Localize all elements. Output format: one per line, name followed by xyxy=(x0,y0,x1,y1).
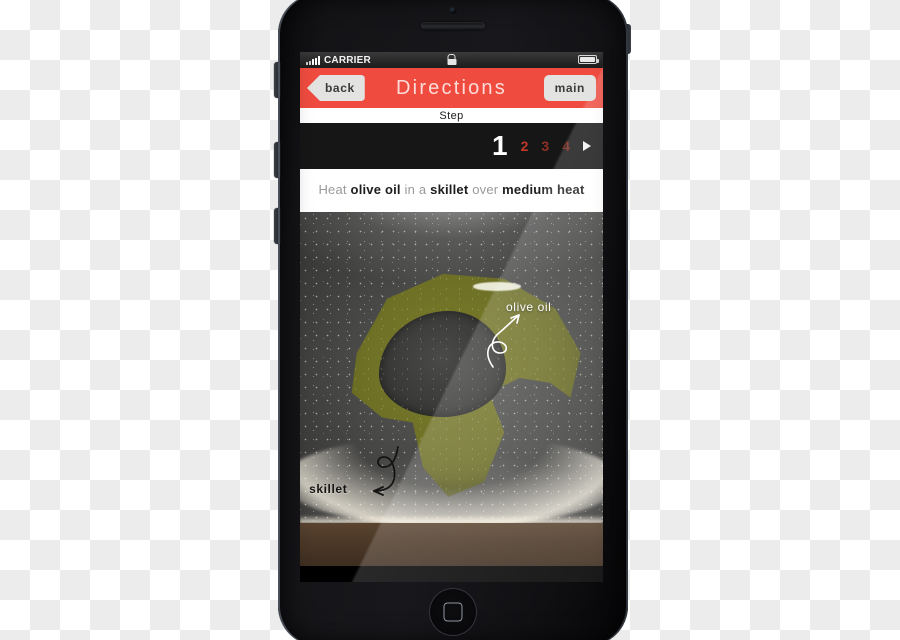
phone-device: CARRIER back Directions main Step 1 2 3 … xyxy=(274,0,631,640)
step-label-strip: Step xyxy=(300,108,603,123)
skillet-rim-highlight xyxy=(300,434,603,527)
volume-down-button-icon[interactable] xyxy=(274,208,281,244)
back-button[interactable]: back xyxy=(307,75,365,101)
instruction-bold-olive-oil: olive oil xyxy=(350,182,401,197)
instruction-text: Heat olive oil in a skillet over medium … xyxy=(314,181,589,199)
step-label: Step xyxy=(439,109,464,122)
earpiece-speaker-icon xyxy=(421,22,485,30)
main-button-label: main xyxy=(554,81,585,95)
instruction-part-2: in a xyxy=(400,182,431,197)
step-item-2[interactable]: 2 xyxy=(521,139,529,153)
phone-screen: CARRIER back Directions main Step 1 2 3 … xyxy=(300,52,603,582)
carrier-label: CARRIER xyxy=(324,54,371,66)
lock-icon xyxy=(447,54,456,65)
countertop-band xyxy=(300,523,603,566)
volume-up-button-icon[interactable] xyxy=(274,142,281,178)
navigation-bar: back Directions main xyxy=(300,68,603,108)
instruction-bold-skillet: skillet xyxy=(430,182,469,197)
back-button-label: back xyxy=(325,81,355,95)
instruction-part-1: Heat xyxy=(318,182,351,197)
power-button-icon[interactable] xyxy=(626,24,631,54)
battery-icon xyxy=(578,55,599,64)
step-photo: olive oil skillet xyxy=(300,211,603,566)
home-button-icon[interactable] xyxy=(429,588,477,636)
annotation-olive-oil: olive oil xyxy=(506,300,552,315)
step-item-3[interactable]: 3 xyxy=(541,139,549,153)
step-item-4[interactable]: 4 xyxy=(562,139,570,153)
instruction-bold-medium-heat: medium heat xyxy=(502,182,585,197)
instruction-part-3: over xyxy=(468,182,503,197)
play-arrow-icon[interactable] xyxy=(583,141,591,151)
step-item-1[interactable]: 1 xyxy=(492,132,508,160)
step-navigation: 1 2 3 4 xyxy=(300,123,603,169)
front-camera-icon xyxy=(449,7,457,14)
status-bar: CARRIER xyxy=(300,52,603,68)
main-button[interactable]: main xyxy=(543,75,596,101)
olive-oil-highlight xyxy=(472,282,522,291)
skillet-pointer-arrow xyxy=(372,446,399,497)
annotation-skillet: skillet xyxy=(309,482,348,497)
canvas-backdrop: CARRIER back Directions main Step 1 2 3 … xyxy=(0,0,900,640)
signal-bars-icon xyxy=(306,55,320,65)
instruction-panel: Heat olive oil in a skillet over medium … xyxy=(300,169,603,212)
mute-switch-icon[interactable] xyxy=(274,62,281,98)
counter-edge-highlight xyxy=(300,515,603,524)
